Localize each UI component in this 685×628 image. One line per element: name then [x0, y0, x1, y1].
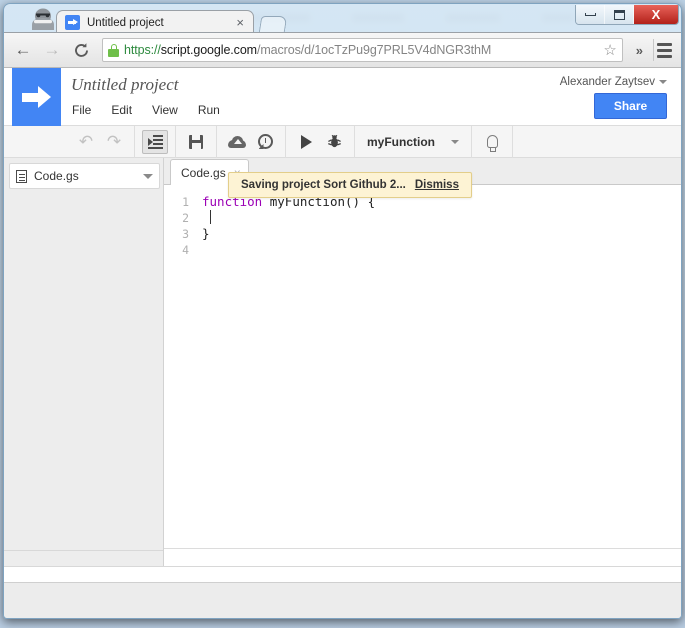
tab-title: Untitled project	[87, 16, 164, 29]
desktop-background: Untitled project × X ← → https://script.…	[0, 0, 685, 628]
editor-pane: Code.gs × 1 2 3 4 function myFunction() …	[164, 158, 681, 566]
suggestions-button[interactable]	[479, 130, 505, 154]
browser-toolbar: ← → https://script.google.com/macros/d/1…	[4, 32, 681, 68]
browser-window: Untitled project × X ← → https://script.…	[3, 3, 682, 619]
editor-tab-label: Code.gs	[181, 165, 226, 180]
bookmark-star-icon[interactable]: ☆	[600, 41, 619, 59]
editor-footer	[164, 548, 681, 566]
version-history-button[interactable]	[252, 130, 278, 154]
page-bottom-strip	[4, 566, 681, 582]
sidebar-item-code-gs[interactable]: Code.gs	[9, 163, 160, 189]
menu-bar: File Edit View Run	[69, 101, 223, 119]
dismiss-link[interactable]: Dismiss	[415, 179, 459, 191]
page-content: Untitled project File Edit View Run Alex…	[4, 68, 681, 582]
url-scheme: https://	[124, 43, 161, 57]
save-button[interactable]	[183, 130, 209, 154]
user-account[interactable]: Alexander Zaytsev	[560, 76, 667, 88]
lock-icon	[108, 43, 119, 57]
deploy-button[interactable]	[224, 130, 250, 154]
line-number-gutter: 1 2 3 4	[164, 185, 194, 548]
url-path: /macros/d/1ocTzPu9g7PRL5V4dNGR3thM	[256, 43, 492, 57]
minimize-icon	[584, 13, 596, 16]
window-controls: X	[575, 5, 679, 25]
window-status-bar	[4, 582, 681, 618]
apps-script-body: Code.gs Code.gs × 1	[4, 158, 681, 566]
incognito-icon	[32, 8, 54, 30]
menu-item-view[interactable]: View	[149, 101, 181, 119]
overflow-chevron-icon[interactable]: »	[631, 43, 648, 58]
toolbar-group-save	[176, 125, 217, 158]
text-cursor	[210, 210, 211, 224]
chevron-down-icon	[451, 139, 459, 144]
save-icon	[189, 134, 203, 149]
sidebar-footer	[4, 550, 163, 566]
line-number: 2	[182, 211, 189, 225]
page-title[interactable]: Untitled project	[71, 75, 179, 95]
run-button[interactable]	[293, 130, 319, 154]
apps-script-logo	[12, 68, 61, 126]
user-name: Alexander Zaytsev	[559, 76, 655, 88]
chevron-down-icon[interactable]	[143, 173, 153, 179]
menu-item-file[interactable]: File	[69, 101, 94, 119]
close-button[interactable]: X	[634, 5, 678, 24]
apps-script-favicon	[65, 15, 80, 30]
toolbar-group-deploy	[217, 125, 286, 158]
url-text: https://script.google.com/macros/d/1ocTz…	[124, 43, 600, 57]
maximize-button[interactable]	[605, 5, 634, 24]
version-history-icon	[257, 134, 273, 149]
file-name: Code.gs	[34, 169, 79, 183]
code-editor[interactable]: 1 2 3 4 function myFunction() { }	[164, 185, 681, 548]
menu-item-edit[interactable]: Edit	[108, 101, 135, 119]
browser-tab[interactable]: Untitled project ×	[56, 10, 254, 34]
close-icon[interactable]: ×	[233, 16, 247, 29]
bug-icon	[327, 134, 341, 148]
function-selector[interactable]: myFunction	[355, 125, 472, 158]
redo-button[interactable]: ↷	[101, 130, 127, 154]
notification-message: Saving project Sort Github 2...	[241, 179, 406, 191]
toolbar-group-format	[135, 125, 176, 158]
back-button[interactable]: ←	[10, 37, 36, 63]
tab-strip: Untitled project × X	[4, 4, 681, 34]
url-host: script.google.com	[160, 43, 257, 57]
apps-script-toolbar: ↶ ↷ myFunction	[4, 125, 681, 158]
minimize-button[interactable]	[576, 5, 605, 24]
undo-button[interactable]: ↶	[73, 130, 99, 154]
file-sidebar: Code.gs	[4, 158, 164, 566]
debug-button[interactable]	[321, 130, 347, 154]
address-bar[interactable]: https://script.google.com/macros/d/1ocTz…	[102, 38, 623, 62]
reload-icon[interactable]	[68, 37, 94, 63]
apps-script-header: Untitled project File Edit View Run Alex…	[4, 68, 681, 126]
toolbar-group-help	[472, 125, 513, 158]
line-number: 4	[182, 243, 189, 257]
maximize-icon	[613, 9, 625, 20]
forward-button[interactable]: →	[39, 37, 65, 63]
line-number: 1	[182, 195, 189, 209]
new-tab-button[interactable]	[258, 16, 288, 33]
share-button[interactable]: Share	[594, 93, 667, 119]
indent-code-button[interactable]	[142, 129, 168, 154]
cloud-upload-icon	[228, 135, 246, 148]
menu-item-run[interactable]: Run	[195, 101, 223, 119]
document-icon	[16, 169, 27, 183]
run-icon	[300, 134, 312, 149]
hamburger-menu-icon[interactable]	[653, 39, 675, 61]
line-number: 3	[182, 227, 189, 241]
code-line-3: }	[202, 226, 210, 241]
reload-glyph	[74, 42, 88, 57]
indent-code-icon	[147, 135, 163, 149]
code-text[interactable]: function myFunction() { }	[194, 185, 681, 548]
toolbar-group-run	[286, 125, 355, 158]
chevron-down-icon	[659, 80, 667, 84]
function-selector-value: myFunction	[367, 134, 435, 149]
lightbulb-icon	[486, 135, 498, 152]
save-notification: Saving project Sort Github 2... Dismiss	[228, 172, 472, 198]
toolbar-group-history: ↶ ↷	[66, 125, 135, 158]
